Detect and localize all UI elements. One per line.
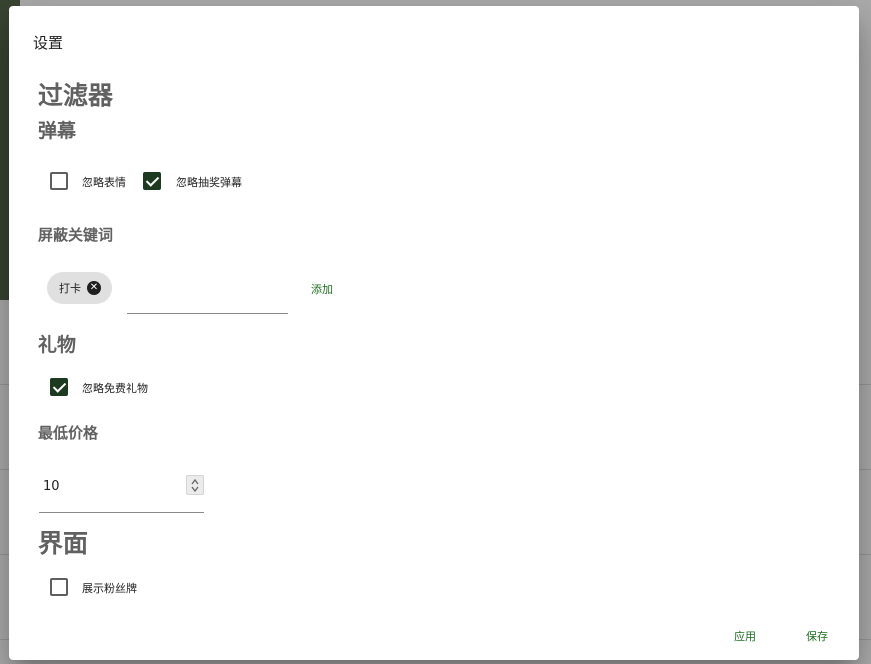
apply-button[interactable]: 应用 — [734, 628, 756, 644]
gift-heading: 礼物 — [38, 334, 77, 356]
ignore-lottery-label[interactable]: 忽略抽奖弹幕 — [176, 174, 242, 190]
ignore-emoji-label[interactable]: 忽略表情 — [82, 174, 126, 190]
min-price-heading: 最低价格 — [38, 424, 99, 442]
dialog-title: 设置 — [33, 34, 64, 52]
block-keywords-heading: 屏蔽关键词 — [38, 226, 114, 244]
danmaku-heading: 弹幕 — [38, 120, 77, 142]
save-button[interactable]: 保存 — [806, 628, 828, 644]
keyword-chip[interactable]: 打卡 ✕ — [47, 272, 112, 304]
settings-dialog: 设置 过滤器 弹幕 忽略表情 忽略抽奖弹幕 屏蔽关键词 打卡 ✕ 添加 礼物 忽… — [9, 6, 859, 660]
ignore-free-gift-label[interactable]: 忽略免费礼物 — [82, 380, 148, 396]
show-fan-badge-label[interactable]: 展示粉丝牌 — [82, 580, 137, 596]
close-circle-icon[interactable]: ✕ — [87, 281, 101, 295]
keyword-input[interactable] — [127, 276, 288, 314]
keyword-chip-label: 打卡 — [59, 282, 81, 295]
number-spinner[interactable] — [186, 475, 204, 495]
ignore-lottery-checkbox[interactable] — [143, 172, 161, 190]
ui-heading: 界面 — [38, 529, 89, 558]
chevron-down-icon[interactable] — [191, 485, 199, 493]
min-price-input[interactable]: 10 — [39, 470, 204, 513]
add-keyword-button[interactable]: 添加 — [311, 281, 333, 297]
ignore-emoji-checkbox[interactable] — [50, 172, 68, 190]
min-price-value[interactable]: 10 — [43, 479, 60, 494]
ignore-free-gift-checkbox[interactable] — [50, 378, 68, 396]
filter-heading: 过滤器 — [38, 81, 114, 110]
show-fan-badge-checkbox[interactable] — [50, 578, 68, 596]
